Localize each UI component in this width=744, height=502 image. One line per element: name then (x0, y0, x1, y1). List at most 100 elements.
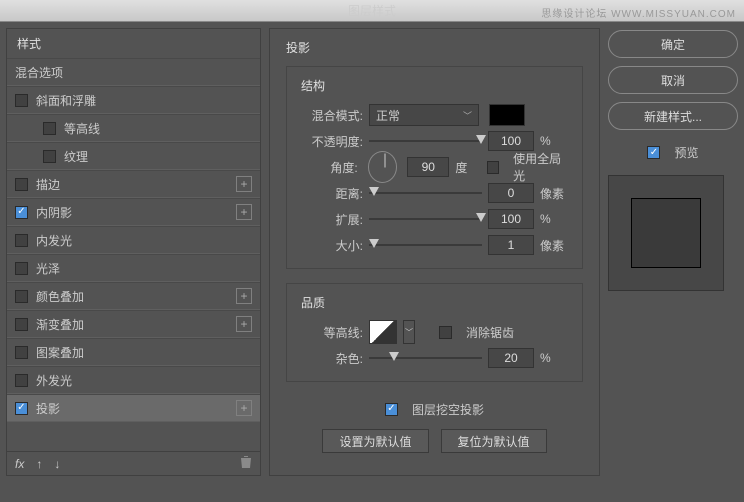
spread-label: 扩展: (301, 211, 363, 228)
style-label: 等高线 (64, 120, 100, 137)
style-checkbox[interactable] (15, 346, 28, 359)
distance-label: 距离: (301, 185, 363, 202)
knockout-label: 图层挖空投影 (412, 401, 484, 418)
blend-options-item[interactable]: 混合选项 (7, 58, 260, 86)
preview-box (608, 175, 724, 291)
noise-slider[interactable] (369, 357, 482, 359)
angle-input[interactable]: 90 (407, 157, 449, 177)
style-item-7[interactable]: 颜色叠加 + (7, 282, 260, 310)
style-item-3[interactable]: 描边 + (7, 170, 260, 198)
contour-dropdown[interactable]: ﹀ (403, 320, 415, 344)
distance-input[interactable]: 0 (488, 183, 534, 203)
style-item-5[interactable]: 内发光 (7, 226, 260, 254)
style-checkbox[interactable] (43, 122, 56, 135)
quality-group: 品质 等高线: ﹀ 消除锯齿 杂色: 20 % (286, 283, 583, 382)
style-checkbox[interactable] (15, 234, 28, 247)
opacity-label: 不透明度: (301, 133, 363, 150)
distance-slider[interactable] (369, 192, 482, 194)
new-style-button[interactable]: 新建样式... (608, 102, 738, 130)
size-slider[interactable] (369, 244, 482, 246)
spread-unit: % (540, 212, 568, 226)
style-label: 内发光 (36, 232, 72, 249)
make-default-button[interactable]: 设置为默认值 (322, 429, 428, 453)
antialias-checkbox[interactable] (439, 326, 452, 339)
style-label: 图案叠加 (36, 344, 84, 361)
style-checkbox[interactable] (15, 290, 28, 303)
style-label: 渐变叠加 (36, 316, 84, 333)
contour-label: 等高线: (301, 324, 363, 341)
size-input[interactable]: 1 (488, 235, 534, 255)
dialog-title: 图层样式 (348, 4, 396, 18)
noise-label: 杂色: (301, 350, 363, 367)
distance-unit: 像素 (540, 185, 568, 202)
global-light-label: 使用全局光 (513, 150, 568, 184)
opacity-input[interactable]: 100 (488, 131, 534, 151)
contour-picker[interactable] (369, 320, 397, 344)
size-unit: 像素 (540, 237, 568, 254)
noise-input[interactable]: 20 (488, 348, 534, 368)
fx-label[interactable]: fx (15, 457, 24, 471)
add-effect-icon[interactable]: + (236, 176, 252, 192)
style-checkbox[interactable] (15, 206, 28, 219)
color-swatch[interactable] (489, 104, 525, 126)
size-label: 大小: (301, 237, 363, 254)
style-label: 内阴影 (36, 204, 72, 221)
style-item-11[interactable]: 投影 + (7, 394, 260, 422)
style-checkbox[interactable] (15, 94, 28, 107)
add-effect-icon[interactable]: + (236, 400, 252, 416)
style-label: 描边 (36, 176, 60, 193)
spread-slider[interactable] (369, 218, 482, 220)
style-item-10[interactable]: 外发光 (7, 366, 260, 394)
watermark: 思缘设计论坛 WWW.MISSYUAN.COM (541, 4, 736, 26)
preview-swatch (631, 198, 701, 268)
cancel-button[interactable]: 取消 (608, 66, 738, 94)
structure-title: 结构 (301, 77, 568, 94)
angle-label: 角度: (301, 159, 358, 176)
style-label: 斜面和浮雕 (36, 92, 96, 109)
style-label: 颜色叠加 (36, 288, 84, 305)
arrow-down-icon[interactable]: ↓ (54, 457, 60, 471)
style-label: 投影 (36, 400, 60, 417)
add-effect-icon[interactable]: + (236, 316, 252, 332)
antialias-label: 消除锯齿 (466, 324, 514, 341)
style-item-9[interactable]: 图案叠加 (7, 338, 260, 366)
blend-mode-select[interactable]: 正常 (369, 104, 479, 126)
style-checkbox[interactable] (15, 318, 28, 331)
settings-panel: 投影 结构 混合模式: 正常 不透明度: 100 % 角度: 90 度 使用全局… (269, 28, 600, 476)
style-item-2[interactable]: 纹理 (7, 142, 260, 170)
styles-header: 样式 (7, 29, 260, 58)
sidebar-footer: fx ↑ ↓ (7, 451, 260, 475)
angle-dial[interactable] (368, 151, 397, 183)
styles-sidebar: 样式 混合选项斜面和浮雕等高线纹理描边 + 内阴影 + 内发光光泽颜色叠加 + 渐变叠加 + 图… (6, 28, 261, 476)
spread-input[interactable]: 100 (488, 209, 534, 229)
style-checkbox[interactable] (15, 262, 28, 275)
opacity-unit: % (540, 134, 568, 148)
add-effect-icon[interactable]: + (236, 288, 252, 304)
panel-title: 投影 (286, 39, 583, 56)
reset-default-button[interactable]: 复位为默认值 (441, 429, 547, 453)
style-checkbox[interactable] (43, 150, 56, 163)
ok-button[interactable]: 确定 (608, 30, 738, 58)
style-item-0[interactable]: 斜面和浮雕 (7, 86, 260, 114)
style-checkbox[interactable] (15, 374, 28, 387)
style-item-8[interactable]: 渐变叠加 + (7, 310, 260, 338)
global-light-checkbox[interactable] (487, 161, 499, 174)
style-label: 纹理 (64, 148, 88, 165)
style-checkbox[interactable] (15, 178, 28, 191)
style-item-1[interactable]: 等高线 (7, 114, 260, 142)
knockout-checkbox[interactable] (385, 403, 398, 416)
opacity-slider[interactable] (369, 140, 482, 142)
style-item-6[interactable]: 光泽 (7, 254, 260, 282)
preview-label: 预览 (674, 144, 698, 161)
trash-icon[interactable] (240, 455, 252, 472)
structure-group: 结构 混合模式: 正常 不透明度: 100 % 角度: 90 度 使用全局光 (286, 66, 583, 269)
preview-checkbox[interactable] (647, 146, 660, 159)
style-checkbox[interactable] (15, 402, 28, 415)
style-item-4[interactable]: 内阴影 + (7, 198, 260, 226)
angle-unit: 度 (455, 159, 481, 176)
quality-title: 品质 (301, 294, 568, 311)
add-effect-icon[interactable]: + (236, 204, 252, 220)
arrow-up-icon[interactable]: ↑ (36, 457, 42, 471)
title-bar: 图层样式 思缘设计论坛 WWW.MISSYUAN.COM (0, 0, 744, 22)
style-label: 外发光 (36, 372, 72, 389)
